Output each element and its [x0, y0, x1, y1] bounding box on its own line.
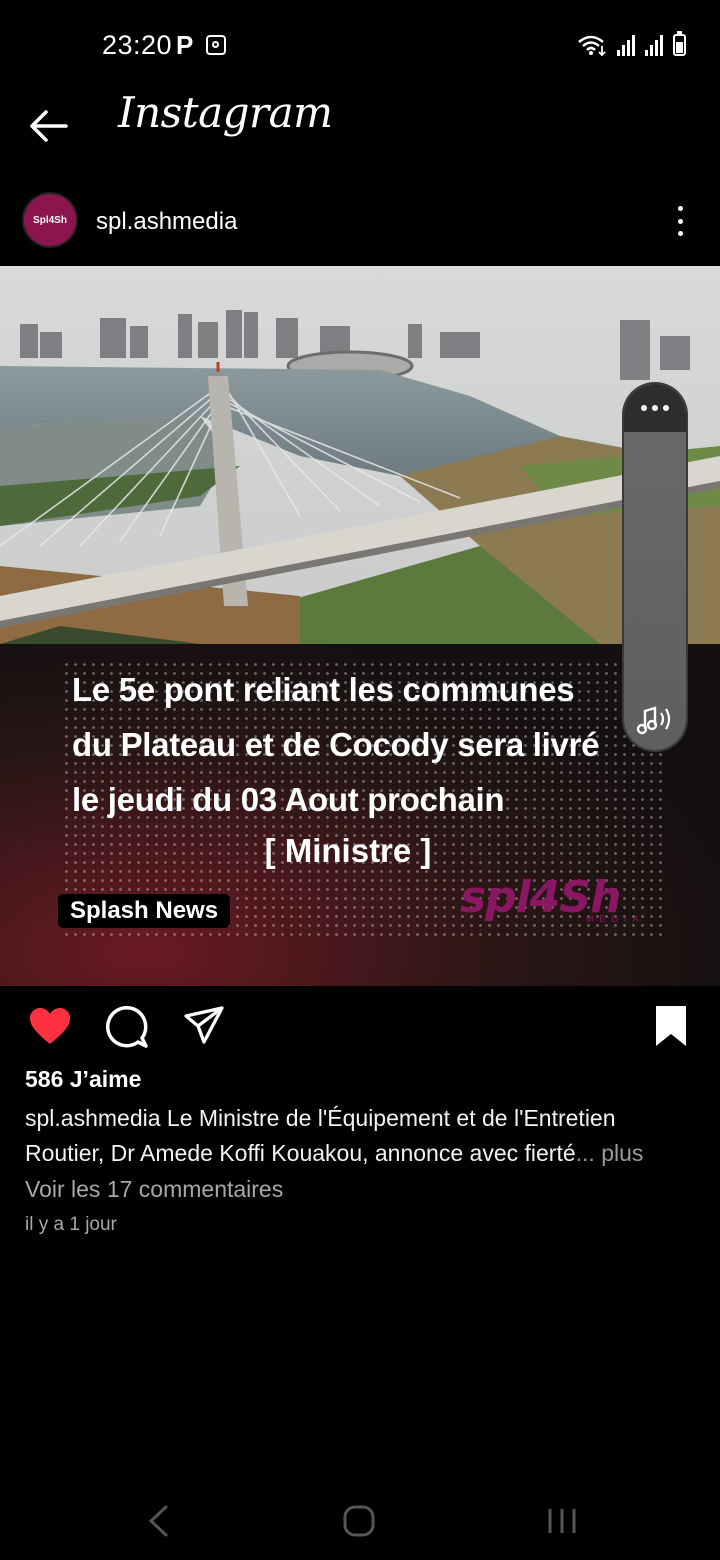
- send-icon[interactable]: [182, 1004, 226, 1046]
- dot-icon: [652, 405, 658, 411]
- post-actions: [0, 1000, 720, 1056]
- post-image[interactable]: Le 5e pont reliant les communes du Plate…: [0, 266, 720, 986]
- like-count[interactable]: 586 J’aime: [25, 1066, 141, 1093]
- bookmark-icon[interactable]: [652, 1004, 690, 1048]
- battery-icon: [673, 31, 686, 56]
- signal-icon: [645, 34, 663, 56]
- nav-home-icon[interactable]: [342, 1504, 376, 1538]
- comment-icon[interactable]: [104, 1004, 150, 1050]
- music-sound-icon: [636, 706, 671, 735]
- bridge-photo: [0, 266, 720, 644]
- post-caption: spl.ashmedia Le Ministre de l'Équipement…: [25, 1101, 695, 1171]
- image-headline: Le 5e pont reliant les communes du Plate…: [72, 662, 662, 827]
- brand-logo-sub: MEDIA: [586, 914, 645, 924]
- dot-icon: [677, 206, 683, 211]
- screenshot-icon: [206, 35, 226, 55]
- dot-icon: [677, 218, 683, 224]
- headline-line: du Plateau et de Cocody sera livré: [72, 726, 600, 763]
- status-bar: 23:20 P: [0, 0, 720, 90]
- signal-icon: [617, 34, 635, 56]
- dot-icon: [641, 405, 647, 411]
- ministre-label: [ Ministre ]: [264, 832, 432, 869]
- image-subtitle: [ Ministre ]: [0, 832, 720, 870]
- status-icons: [577, 31, 686, 56]
- wifi-icon: [578, 35, 606, 56]
- back-button[interactable]: [24, 104, 72, 148]
- overlay-menu-button[interactable]: [624, 384, 686, 432]
- dot-icon: [677, 231, 683, 236]
- post-username[interactable]: spl.ashmedia: [96, 208, 237, 236]
- audio-overlay-panel[interactable]: [624, 384, 686, 750]
- notification-p-icon: P: [176, 30, 194, 60]
- caption-more-link[interactable]: ... plus: [576, 1140, 644, 1166]
- app-title: Instagram: [118, 88, 333, 137]
- dot-icon: [663, 405, 669, 411]
- nav-recent-apps-icon[interactable]: [546, 1506, 578, 1536]
- nav-back-icon[interactable]: [146, 1504, 170, 1538]
- more-options-button[interactable]: [668, 206, 692, 236]
- sound-button[interactable]: [624, 690, 686, 750]
- headline-line: Le 5e pont reliant les communes: [72, 671, 575, 708]
- avatar[interactable]: Spl4Sh: [24, 194, 76, 246]
- view-comments-link[interactable]: Voir les 17 commentaires: [25, 1176, 283, 1203]
- status-time: 23:20: [102, 30, 173, 60]
- post-timestamp: il y a 1 jour: [25, 1214, 117, 1235]
- splash-news-badge: Splash News: [58, 894, 231, 928]
- headline-line: le jeudi du 03 Aout prochain: [72, 781, 505, 818]
- caption-username[interactable]: spl.ashmedia: [25, 1105, 161, 1131]
- system-nav-bar: [0, 1490, 720, 1560]
- heart-icon[interactable]: [28, 1006, 72, 1046]
